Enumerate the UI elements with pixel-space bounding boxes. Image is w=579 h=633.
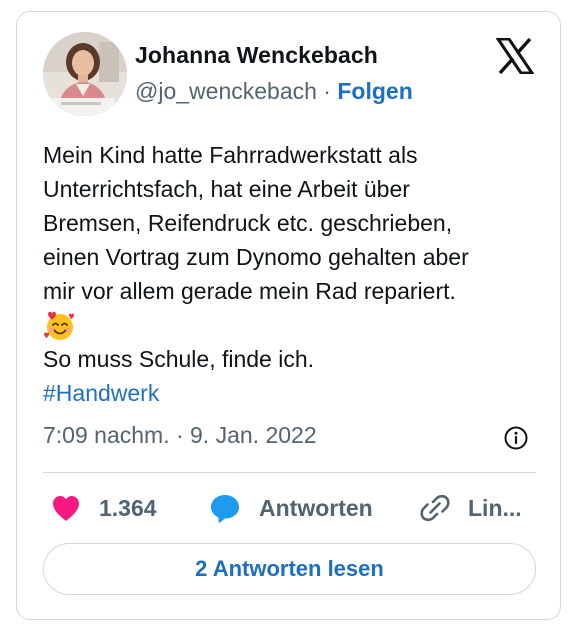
copy-link-label: Lin... bbox=[468, 494, 522, 521]
handle-separator: · bbox=[316, 78, 338, 104]
tweet-text-line: Mein Kind hatte Fahrradwerkstatt als bbox=[43, 142, 418, 168]
tweet-text-line: So muss Schule, finde ich. bbox=[43, 346, 315, 372]
avatar[interactable] bbox=[43, 32, 127, 116]
divider bbox=[43, 472, 536, 473]
link-icon bbox=[420, 494, 450, 522]
smiling-face-with-hearts-icon bbox=[44, 311, 74, 340]
author-handle[interactable]: @jo_wenckebach bbox=[135, 78, 317, 104]
follow-button[interactable]: Folgen bbox=[337, 78, 412, 104]
like-button[interactable]: 1.364 bbox=[51, 491, 157, 525]
x-logo-icon[interactable] bbox=[496, 38, 534, 74]
heart-icon bbox=[53, 496, 79, 521]
speech-bubble-icon bbox=[211, 495, 239, 523]
reply-button[interactable]: Antworten bbox=[209, 491, 373, 525]
tweet-text-line: einen Vortrag zum Dynomo gehalten aber bbox=[43, 244, 469, 270]
tweet-timestamp[interactable]: 7:09 nachm. · 9. Jan. 2022 bbox=[43, 422, 317, 449]
tweet-text-line: Unterrichtsfach, hat eine Arbeit über bbox=[43, 176, 410, 202]
info-icon[interactable] bbox=[503, 425, 529, 451]
tweet-text-line: mir vor allem gerade mein Rad repariert. bbox=[43, 278, 456, 304]
copy-link-button[interactable]: Lin... bbox=[420, 491, 522, 525]
tweet-text: Mein Kind hatte Fahrradwerkstatt als Unt… bbox=[43, 138, 543, 410]
reply-label: Antworten bbox=[259, 494, 373, 521]
hashtag-link[interactable]: #Handwerk bbox=[43, 376, 543, 410]
tweet-text-line: Bremsen, Reifendruck etc. geschrieben, bbox=[43, 210, 453, 236]
avatar-photo bbox=[43, 32, 127, 116]
read-replies-button[interactable]: 2 Antworten lesen bbox=[43, 543, 536, 595]
author-handle-line: @jo_wenckebach · Folgen bbox=[135, 78, 413, 105]
author-name[interactable]: Johanna Wenckebach bbox=[135, 42, 378, 69]
tweet-card: Johanna Wenckebach @jo_wenckebach · Folg… bbox=[16, 11, 561, 620]
like-count: 1.364 bbox=[99, 494, 157, 521]
